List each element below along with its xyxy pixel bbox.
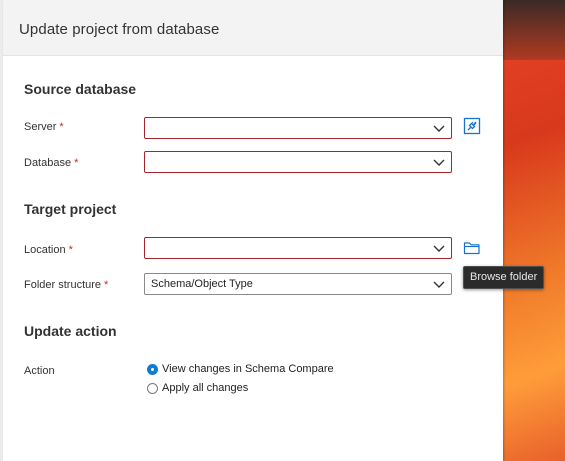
- radio-view-changes[interactable]: View changes in Schema Compare: [147, 361, 334, 377]
- plug-connect-icon[interactable]: [462, 116, 482, 136]
- chevron-down-icon: [433, 159, 445, 166]
- radio-label: View changes in Schema Compare: [162, 363, 334, 375]
- database-label: Database *: [24, 157, 79, 169]
- chevron-down-icon: [433, 281, 445, 288]
- folder-structure-label: Folder structure *: [24, 279, 109, 291]
- location-dropdown[interactable]: [144, 237, 452, 259]
- chevron-down-icon: [433, 125, 445, 132]
- required-mark: *: [74, 157, 79, 169]
- dialog-title: Update project from database: [19, 21, 220, 38]
- update-project-dialog: Update project from database Source data…: [3, 0, 503, 461]
- radio-button-checked[interactable]: [147, 363, 158, 375]
- target-project-heading: Target project: [24, 201, 117, 217]
- browse-folder-tooltip: Browse folder: [463, 266, 545, 289]
- desktop-wallpaper: [503, 0, 565, 461]
- required-mark: *: [59, 121, 64, 133]
- folder-icon[interactable]: [462, 238, 482, 258]
- dialog-header: Update project from database: [3, 0, 503, 56]
- source-database-heading: Source database: [24, 81, 137, 97]
- server-dropdown[interactable]: [144, 117, 452, 139]
- folder-structure-dropdown[interactable]: Schema/Object Type: [144, 273, 452, 295]
- folder-structure-value: Schema/Object Type: [151, 278, 253, 290]
- action-label: Action: [24, 365, 55, 377]
- location-label: Location *: [24, 244, 73, 256]
- radio-label: Apply all changes: [162, 382, 249, 394]
- chevron-down-icon: [433, 245, 445, 252]
- radio-apply-all[interactable]: Apply all changes: [147, 380, 248, 396]
- radio-button[interactable]: [147, 382, 158, 394]
- update-action-heading: Update action: [24, 323, 117, 339]
- required-mark: *: [104, 279, 109, 291]
- database-dropdown[interactable]: [144, 151, 452, 173]
- server-label: Server *: [24, 121, 64, 133]
- required-mark: *: [68, 244, 73, 256]
- desktop-wallpaper-top: [503, 0, 565, 60]
